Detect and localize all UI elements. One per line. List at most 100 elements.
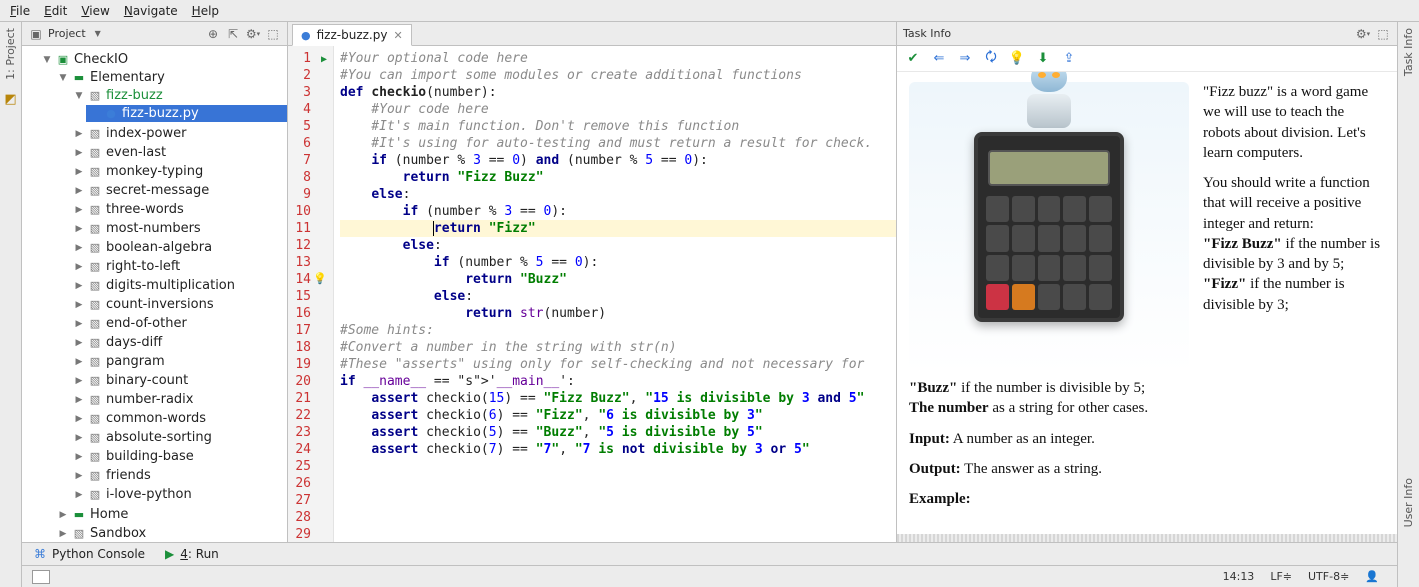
task-toolbar: ✔ ⇐ ⇒ 🗘 💡 ⬇ ⇪ (897, 46, 1397, 72)
project-panel-title: Project (48, 27, 86, 40)
editor-tabs: ● fizz-buzz.py ✕ (288, 22, 896, 46)
structure-icon[interactable]: ◩ (4, 92, 16, 107)
hide-icon[interactable]: ⬚ (265, 26, 281, 42)
tree-item-label: count-inversions (106, 297, 214, 312)
status-messages-icon[interactable] (32, 570, 50, 584)
tree-item[interactable]: ▶▧i-love-python (70, 486, 287, 503)
right-tab-taskinfo[interactable]: Task Info (1402, 28, 1415, 76)
menu-file[interactable]: File (10, 4, 30, 18)
python-console-button[interactable]: ⌘ Python Console (34, 547, 145, 561)
tree-item-label: Elementary (90, 70, 165, 85)
hide-icon[interactable]: ⬚ (1375, 26, 1391, 42)
status-bar: 14:13 LF≑ UTF-8≑ 👤 (22, 565, 1397, 587)
folder-icon: ▧ (88, 298, 102, 312)
task-output: Output: The answer as a string. (909, 459, 1385, 479)
publish-icon[interactable]: ⇪ (1061, 51, 1077, 67)
run-button[interactable]: ▶ 4: Run (165, 547, 219, 561)
prev-icon[interactable]: ⇐ (931, 51, 947, 67)
tree-item-label: number-radix (106, 392, 193, 407)
tree-item[interactable]: ▶▧count-inversions (70, 296, 287, 313)
editor-body[interactable]: 1▶234567891011121314💡1516171819202122232… (288, 46, 896, 542)
tree-fizzbuzz-file[interactable]: ▶● fizz-buzz.py (86, 105, 287, 122)
tree-item[interactable]: ▶▧most-numbers (70, 220, 287, 237)
folder-icon: ▬ (72, 71, 86, 85)
folder-icon: ▧ (88, 412, 102, 426)
folder-icon: ▧ (88, 355, 102, 369)
tree-item-label: end-of-other (106, 316, 187, 331)
tree-item-label: monkey-typing (106, 164, 203, 179)
tree-home[interactable]: ▶▬ Home (54, 506, 287, 523)
project-panel: ▣ Project ▼ ⊕ ⇱ ⚙▾ ⬚ ▼▣ CheckIO (22, 22, 288, 542)
tree-item[interactable]: ▶▧secret-message (70, 182, 287, 199)
editor-tab-fizzbuzz[interactable]: ● fizz-buzz.py ✕ (292, 24, 412, 46)
close-icon[interactable]: ✕ (393, 29, 402, 42)
project-panel-header: ▣ Project ▼ ⊕ ⇱ ⚙▾ ⬚ (22, 22, 287, 46)
tree-fizzbuzz-dir[interactable]: ▼▧ fizz-buzz (70, 87, 287, 104)
folder-icon: ▧ (88, 89, 102, 103)
caret-position[interactable]: 14:13 (1215, 570, 1263, 583)
tree-sandbox[interactable]: ▶▧ Sandbox (54, 525, 287, 542)
collapse-icon[interactable]: ⇱ (225, 26, 241, 42)
tree-item-label: fizz-buzz.py (122, 106, 199, 121)
left-tab-project[interactable]: 1: Project (4, 28, 17, 80)
task-scrollbar[interactable] (897, 534, 1397, 542)
right-tool-strip: Task Info User Info (1397, 22, 1419, 587)
menu-navigate[interactable]: Navigate (124, 4, 178, 18)
play-icon: ▶ (165, 547, 174, 561)
tree-item[interactable]: ▶▧index-power (70, 125, 287, 142)
tree-item-label: even-last (106, 145, 166, 160)
check-icon[interactable]: ✔ (905, 51, 921, 67)
run-label: 4: Run (180, 547, 219, 561)
menu-view[interactable]: View (81, 4, 109, 18)
tree-item[interactable]: ▶▧end-of-other (70, 315, 287, 332)
tree-item[interactable]: ▶▧right-to-left (70, 258, 287, 275)
tree-item[interactable]: ▶▧pangram (70, 353, 287, 370)
menu-edit[interactable]: Edit (44, 4, 67, 18)
project-icon: ▣ (56, 53, 70, 67)
tree-item[interactable]: ▶▧binary-count (70, 372, 287, 389)
tree-item[interactable]: ▶▧building-base (70, 448, 287, 465)
tree-item[interactable]: ▶▧even-last (70, 144, 287, 161)
tree-item[interactable]: ▶▧digits-multiplication (70, 277, 287, 294)
tree-elementary[interactable]: ▼▬ Elementary (54, 69, 287, 86)
gear-icon[interactable]: ⚙▾ (1355, 26, 1371, 42)
tree-item[interactable]: ▶▧common-words (70, 410, 287, 427)
tree-item[interactable]: ▶▧absolute-sorting (70, 429, 287, 446)
file-encoding[interactable]: UTF-8≑ (1300, 570, 1357, 583)
editor-code[interactable]: #Your optional code here#You can import … (334, 46, 896, 542)
folder-icon: ▧ (88, 469, 102, 483)
task-input: Input: A number as an integer. (909, 429, 1385, 449)
bulb-icon[interactable]: 💡 (1009, 51, 1025, 67)
tree-root[interactable]: ▼▣ CheckIO (38, 51, 287, 68)
project-tree[interactable]: ▼▣ CheckIO ▼▬ Elementary (22, 46, 287, 542)
inspector-icon[interactable]: 👤 (1357, 570, 1387, 583)
tree-item-label: friends (106, 468, 151, 483)
tree-item-label: i-love-python (106, 487, 192, 502)
tree-item-label: index-power (106, 126, 186, 141)
folder-icon: ▧ (88, 336, 102, 350)
task-example: Example: (909, 489, 1385, 509)
task-description[interactable]: "Fizz buzz" is a word game we will use t… (897, 72, 1397, 534)
project-view-icon[interactable]: ▣ (28, 26, 44, 42)
folder-icon: ▧ (88, 279, 102, 293)
line-ending[interactable]: LF≑ (1262, 570, 1300, 583)
folder-icon: ▧ (88, 450, 102, 464)
tree-item-label: absolute-sorting (106, 430, 212, 445)
right-tab-userinfo[interactable]: User Info (1402, 478, 1415, 527)
tree-item[interactable]: ▶▧number-radix (70, 391, 287, 408)
download-icon[interactable]: ⬇ (1035, 51, 1051, 67)
tree-item[interactable]: ▶▧boolean-algebra (70, 239, 287, 256)
robot-icon (1014, 72, 1084, 132)
tree-item[interactable]: ▶▧friends (70, 467, 287, 484)
tree-item[interactable]: ▶▧days-diff (70, 334, 287, 351)
refresh-icon[interactable]: 🗘 (983, 51, 999, 67)
tree-item[interactable]: ▶▧monkey-typing (70, 163, 287, 180)
next-icon[interactable]: ⇒ (957, 51, 973, 67)
dropdown-icon[interactable]: ▼ (90, 26, 106, 42)
menu-help[interactable]: Help (192, 4, 219, 18)
locate-icon[interactable]: ⊕ (205, 26, 221, 42)
editor-area: ● fizz-buzz.py ✕ 1▶234567891011121314💡15… (288, 22, 897, 542)
python-icon: ⌘ (34, 547, 46, 561)
tree-item[interactable]: ▶▧three-words (70, 201, 287, 218)
gear-icon[interactable]: ⚙▾ (245, 26, 261, 42)
